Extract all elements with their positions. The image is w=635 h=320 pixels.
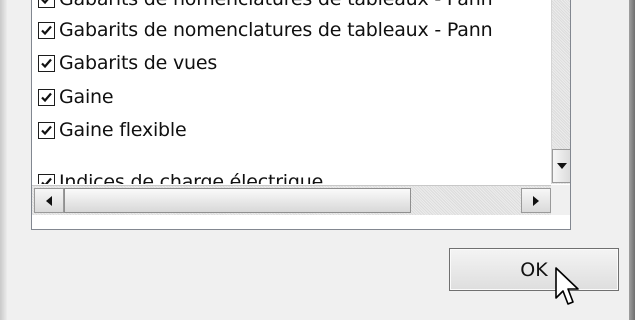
check-icon [41, 0, 49, 4]
dialog-window: Gabarits de nomenclatures de tableaux - … [0, 0, 635, 320]
list-item-label: Gaine [59, 86, 114, 108]
checkbox[interactable] [38, 21, 55, 39]
list-item-label: Gabarits de nomenclatures de tableaux - … [59, 0, 493, 10]
scroll-left-button[interactable] [34, 188, 64, 213]
checkbox[interactable] [38, 88, 55, 106]
list-item[interactable]: Gabarits de vues [38, 48, 217, 78]
list-item-label: Gabarits de vues [59, 52, 218, 74]
window-right-edge [629, 0, 635, 320]
arrow-down-icon [556, 163, 567, 169]
check-icon [41, 177, 52, 184]
list-item[interactable]: Gaine flexible [38, 115, 187, 145]
window-left-edge [0, 0, 7, 320]
list-item-label: Gaine flexible [59, 119, 187, 141]
horizontal-scrollbar[interactable] [32, 185, 552, 215]
list-item[interactable]: Gaine [38, 82, 114, 112]
check-icon [41, 92, 52, 102]
list-item-label: Indices de charge électrique [59, 171, 324, 184]
check-icon [41, 125, 52, 135]
list-item[interactable]: Indices de charge électrique [38, 167, 323, 184]
list-item-label: Gabarits de nomenclatures de tableaux - … [59, 19, 493, 41]
vertical-scrollbar[interactable] [551, 0, 570, 184]
ok-button-label: OK [520, 258, 548, 281]
list-items: Gabarits de nomenclatures de tableaux - … [32, 0, 552, 184]
scroll-right-button[interactable] [521, 188, 551, 213]
checkbox[interactable] [38, 173, 55, 184]
arrow-right-icon [533, 195, 539, 206]
list-item[interactable]: Gabarits de nomenclatures de tableaux - … [38, 0, 493, 14]
check-icon [41, 58, 52, 68]
category-listbox[interactable]: Gabarits de nomenclatures de tableaux - … [31, 0, 571, 230]
scrollbar-corner [551, 185, 570, 215]
mouse-pointer-icon [555, 267, 579, 305]
checkbox[interactable] [38, 54, 55, 72]
scroll-down-button[interactable] [552, 149, 570, 183]
checkbox[interactable] [38, 0, 55, 8]
check-icon [41, 25, 52, 35]
list-item[interactable]: Gabarits de nomenclatures de tableaux - … [38, 15, 493, 45]
checkbox[interactable] [38, 121, 55, 139]
arrow-left-icon [46, 195, 52, 206]
ok-button[interactable]: OK [449, 248, 619, 291]
scroll-thumb[interactable] [64, 188, 411, 213]
